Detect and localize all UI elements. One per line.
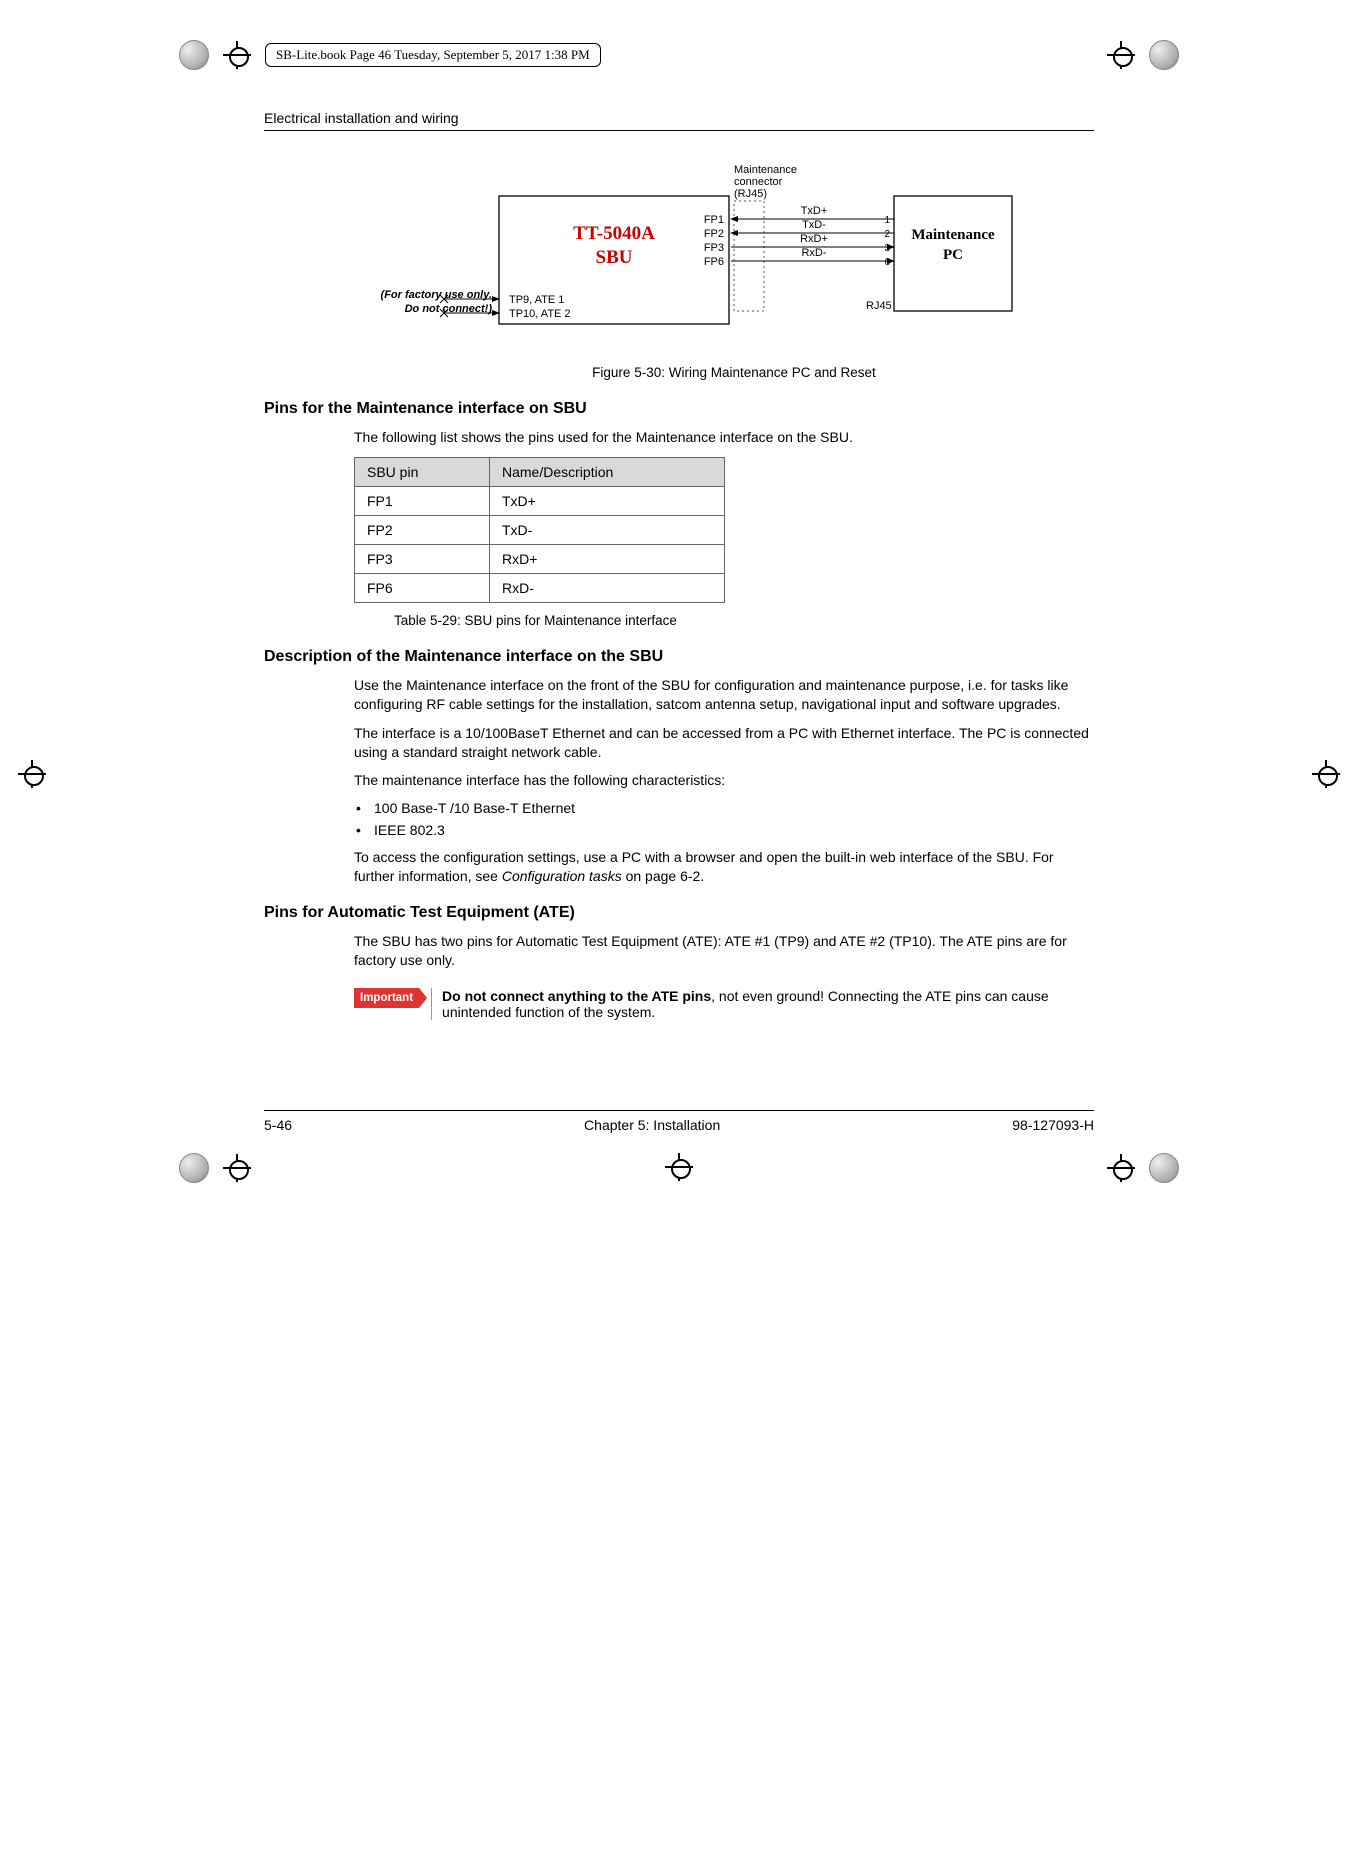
important-tag-icon: Important <box>354 988 419 1008</box>
para-desc-4: To access the configuration settings, us… <box>354 848 1094 886</box>
sig-rxdn: RxD- <box>801 247 826 259</box>
pc-title-1: Maintenance <box>911 227 995 243</box>
xref-config-tasks: Configuration tasks <box>502 868 622 884</box>
bullet-list: 100 Base-T /10 Base-T Ethernet IEEE 802.… <box>354 800 1094 838</box>
svg-text:6: 6 <box>884 257 890 268</box>
svg-text:RxD-: RxD- <box>801 247 826 259</box>
svg-text:SBU: SBU <box>596 247 633 268</box>
table-row: FP1 TxD+ <box>355 486 725 515</box>
important-text: Do not connect anything to the ATE pins,… <box>431 988 1094 1020</box>
svg-text:RJ45: RJ45 <box>866 300 892 312</box>
svg-text:(RJ45): (RJ45) <box>734 188 767 200</box>
svg-text:TT-5040A: TT-5040A <box>573 223 655 244</box>
crop-cross-icon <box>223 41 251 69</box>
heading-desc: Description of the Maintenance interface… <box>264 648 1094 666</box>
crop-circle-icon <box>179 1153 209 1183</box>
svg-text:FP3: FP3 <box>704 242 724 254</box>
page: SB-Lite.book Page 46 Tuesday, September … <box>169 0 1189 1224</box>
svg-text:connector: connector <box>734 176 783 188</box>
footer-chapter: Chapter 5: Installation <box>584 1117 720 1133</box>
svg-text:TP10, ATE 2: TP10, ATE 2 <box>509 308 571 320</box>
footer-docnum: 98-127093-H <box>1012 1117 1094 1133</box>
th-sbu-pin: SBU pin <box>355 457 490 486</box>
crop-cross-icon <box>223 1154 251 1182</box>
pin-table: SBU pin Name/Description FP1 TxD+ FP2 Tx… <box>354 457 725 603</box>
svg-text:FP6: FP6 <box>704 256 724 268</box>
crop-cross-icon <box>18 760 46 788</box>
para-desc-3: The maintenance interface has the follow… <box>354 771 1094 790</box>
pc-pin-6: 6 <box>884 257 890 268</box>
svg-text:Maintenance: Maintenance <box>911 227 995 243</box>
crop-circle-icon <box>179 40 209 70</box>
crop-cross-icon <box>1107 1154 1135 1182</box>
fp1-label: FP1 <box>704 214 724 226</box>
figure-caption: Figure 5-30: Wiring Maintenance PC and R… <box>374 365 1094 380</box>
figure-5-30: TT-5040A SBU TP9, ATE 1 TP10, ATE 2 FP1 … <box>374 161 1094 380</box>
crop-circle-icon <box>1149 1153 1179 1183</box>
sbu-title-1: TT-5040A <box>573 223 655 244</box>
rj45-label: RJ45 <box>866 300 892 312</box>
svg-text:3: 3 <box>884 243 890 254</box>
file-stamp: SB-Lite.book Page 46 Tuesday, September … <box>265 43 601 67</box>
svg-text:Maintenance: Maintenance <box>734 164 797 176</box>
svg-text:TxD-: TxD- <box>802 219 826 231</box>
svg-text:1: 1 <box>884 215 890 226</box>
pc-pin-1: 1 <box>884 215 890 226</box>
svg-text:RxD+: RxD+ <box>800 233 828 245</box>
pc-pin-3: 3 <box>884 243 890 254</box>
para-desc-2: The interface is a 10/100BaseT Ethernet … <box>354 724 1094 762</box>
para-ate: The SBU has two pins for Automatic Test … <box>354 932 1094 970</box>
table-caption: Table 5-29: SBU pins for Maintenance int… <box>394 613 1094 628</box>
maint-conn-1: Maintenance <box>734 164 797 176</box>
crop-cross-icon <box>1312 760 1340 788</box>
maint-conn-2: connector <box>734 176 783 188</box>
crop-cross-icon <box>1107 41 1135 69</box>
para-pins-intro: The following list shows the pins used f… <box>354 428 1094 447</box>
svg-text:FP1: FP1 <box>704 214 724 226</box>
tp9-label: TP9, ATE 1 <box>509 294 564 306</box>
heading-pins-sbu: Pins for the Maintenance interface on SB… <box>264 400 1094 418</box>
fp2-label: FP2 <box>704 228 724 240</box>
footer-page: 5-46 <box>264 1117 292 1133</box>
table-row: FP6 RxD- <box>355 573 725 602</box>
important-block: Important Do not connect anything to the… <box>354 988 1094 1020</box>
table-row: FP3 RxD+ <box>355 544 725 573</box>
crop-bottom <box>169 1153 1189 1184</box>
pc-title-2: PC <box>943 247 963 263</box>
crop-cross-icon <box>665 1153 693 1181</box>
svg-text:TxD+: TxD+ <box>801 205 828 217</box>
bullet-2: IEEE 802.3 <box>354 822 1094 838</box>
content: Electrical installation and wiring TT-50… <box>169 70 1189 1153</box>
bullet-1: 100 Base-T /10 Base-T Ethernet <box>354 800 1094 816</box>
running-head: Electrical installation and wiring <box>264 110 1094 131</box>
crop-circle-icon <box>1149 40 1179 70</box>
page-footer: 5-46 Chapter 5: Installation 98-127093-H <box>264 1110 1094 1133</box>
svg-text:PC: PC <box>943 247 963 263</box>
svg-text:FP2: FP2 <box>704 228 724 240</box>
fp6-label: FP6 <box>704 256 724 268</box>
para-desc-1: Use the Maintenance interface on the fro… <box>354 676 1094 714</box>
sig-txdn: TxD- <box>802 219 826 231</box>
sbu-title-2: SBU <box>596 247 633 268</box>
maint-conn-3: (RJ45) <box>734 188 767 200</box>
sig-rxdp: RxD+ <box>800 233 828 245</box>
fp3-label: FP3 <box>704 242 724 254</box>
svg-text:TP9, ATE 1: TP9, ATE 1 <box>509 294 564 306</box>
th-name-desc: Name/Description <box>490 457 725 486</box>
heading-ate: Pins for Automatic Test Equipment (ATE) <box>264 904 1094 922</box>
table-row: FP2 TxD- <box>355 515 725 544</box>
crop-top: SB-Lite.book Page 46 Tuesday, September … <box>169 40 1189 70</box>
tp10-label: TP10, ATE 2 <box>509 308 571 320</box>
svg-text:2: 2 <box>884 229 890 240</box>
pc-pin-2: 2 <box>884 229 890 240</box>
sig-txdp: TxD+ <box>801 205 828 217</box>
